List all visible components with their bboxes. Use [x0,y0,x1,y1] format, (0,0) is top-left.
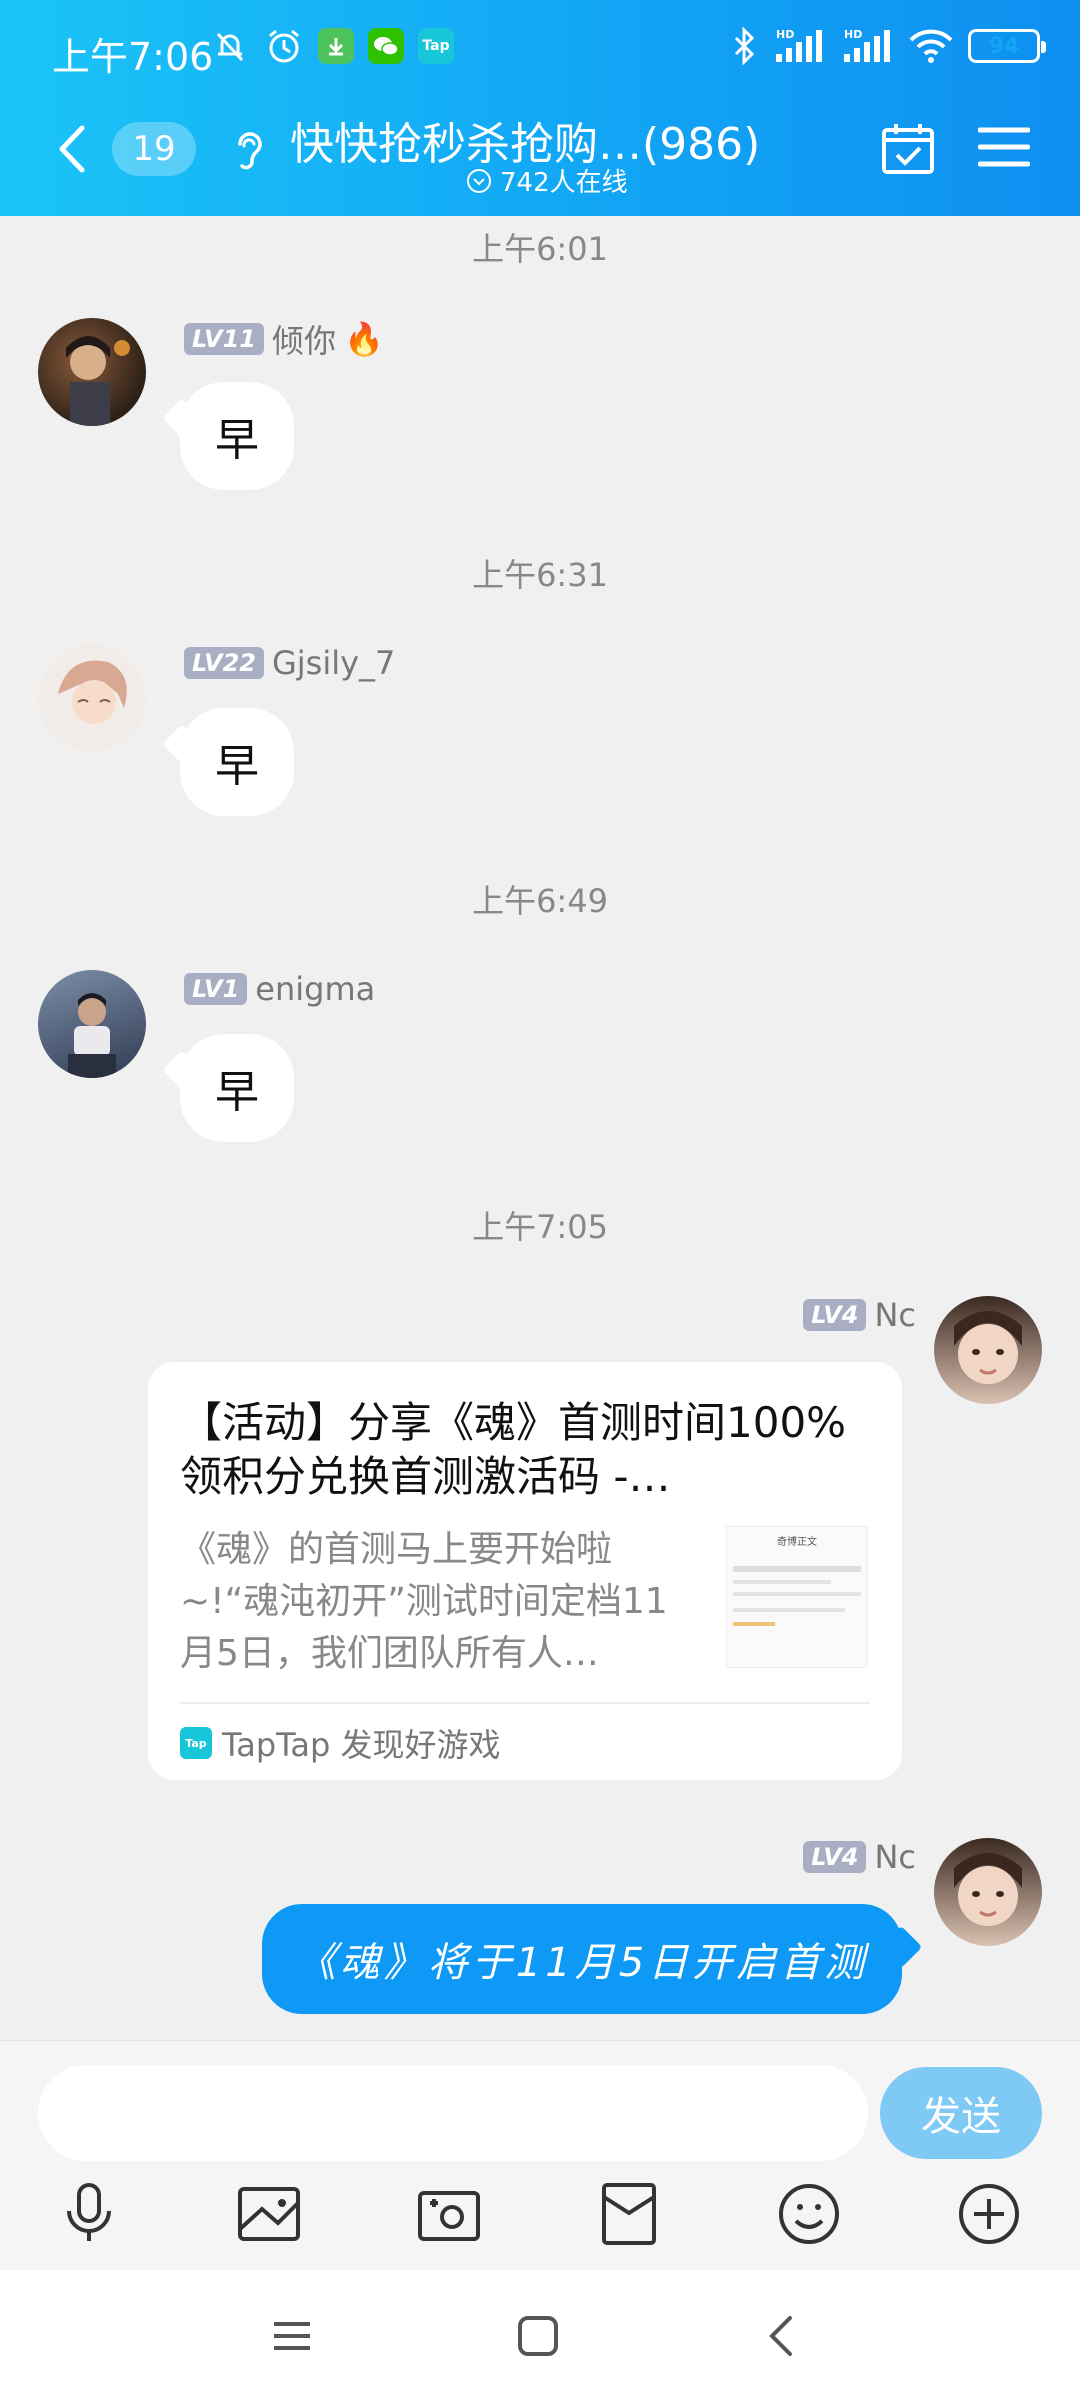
card-title: 【活动】分享《魂》首测时间100%领积分兑换首测激活码 -… [180,1398,847,1501]
fire-icon: 🔥 [343,320,384,358]
sender-name[interactable]: Gjsily_7 [272,644,395,682]
plus-circle-icon[interactable] [954,2179,1024,2249]
level-badge: LV1 [184,973,248,1005]
ear-icon [238,132,262,170]
battery-indicator: 94 [968,29,1046,63]
shared-link-card[interactable]: 【活动】分享《魂》首测时间100%领积分兑换首测激活码 -… 《魂》的首测马上要… [148,1362,902,1780]
sender-name[interactable]: 倾你 [272,316,336,362]
message-bubble[interactable]: 早 [180,708,294,816]
level-badge: LV4 [803,1299,867,1331]
image-icon[interactable] [234,2179,304,2249]
mute-bell-icon [210,26,250,66]
message-bubble[interactable]: 早 [180,382,294,490]
home-icon[interactable] [508,2306,568,2366]
sender-name[interactable]: enigma [255,970,375,1008]
level-badge: LV4 [803,1841,867,1873]
status-time: 上午7:06 [52,35,214,79]
microphone-icon[interactable] [54,2179,124,2249]
input-area: 发送 [0,2040,1080,2270]
self-message-bubble[interactable]: 《魂》将于11月5日开启首测 [262,1904,902,2014]
chat-area[interactable]: 上午6:01 LV11 倾你 🔥 早 上午6:31 LV22 Gjsily_7 … [0,216,1080,2040]
card-source: Tap TapTap 发现好游戏 [180,1720,501,1766]
timestamp: 上午6:49 [472,882,608,920]
level-badge: LV22 [184,647,264,679]
taptap-icon: Tap [180,1727,212,1759]
download-app-icon [318,28,354,64]
online-count: 742人在线 [466,162,628,199]
status-left-icons: Tap [210,26,454,66]
title-bar: 19 快快抢秒杀抢购…(986) 742人在线 [0,100,1080,216]
menu-icon[interactable] [978,124,1030,170]
card-description: 《魂》的首测马上要开始啦~!“魂沌初开”测试时间定档11月5日，我们团队所有人… [180,1529,668,1674]
wechat-icon [368,28,404,64]
battery-level: 94 [988,33,1020,59]
status-right-icons: HD HD 94 [730,26,1046,66]
emoji-icon[interactable] [774,2179,844,2249]
source-label: TapTap 发现好游戏 [222,1726,501,1764]
timestamp: 上午7:05 [472,1208,608,1246]
status-bar: 上午7:06 Tap HD HD 94 [0,0,1080,100]
timestamp: 上午6:31 [472,556,608,594]
system-nav-bar [0,2270,1080,2400]
sender-line: LV11 倾你 🔥 [184,316,384,362]
taptap-icon: Tap [418,28,454,64]
svg-text:HD: HD [844,28,862,41]
card-thumbnail: 奇博正文 [726,1526,868,1668]
avatar[interactable] [934,1838,1042,1946]
back-arrow-icon[interactable] [52,122,92,176]
signal-hd-icon: HD [844,28,890,62]
avatar[interactable] [934,1296,1042,1404]
message-bubble[interactable]: 早 [180,1034,294,1142]
signal-hd-icon: HD [776,28,822,62]
avatar[interactable] [38,644,146,752]
alarm-icon [264,26,304,66]
thumbnail-title: 奇博正文 [777,1537,817,1548]
send-button[interactable]: 发送 [880,2067,1042,2159]
bluetooth-icon [734,26,755,66]
red-packet-icon[interactable] [594,2179,664,2249]
sender-line: LV1 enigma [184,970,375,1008]
online-text: 742人在线 [500,168,628,198]
recents-icon[interactable] [262,2306,322,2366]
chevron-circle-icon [467,168,491,193]
level-badge: LV11 [184,323,264,355]
calendar-check-icon[interactable] [880,120,936,176]
divider [180,1702,870,1704]
header: 上午7:06 Tap HD HD 94 19 快快抢秒杀抢购…(986) 742… [0,0,1080,216]
svg-text:HD: HD [776,28,794,41]
camera-icon[interactable] [414,2179,484,2249]
sender-line: LV4 Nc [803,1296,916,1334]
unread-count-badge[interactable]: 19 [112,122,196,176]
avatar[interactable] [38,970,146,1078]
input-toolbar [0,2173,1080,2263]
message-input[interactable] [38,2065,868,2161]
sender-name[interactable]: Nc [874,1296,916,1334]
avatar[interactable] [38,318,146,426]
sender-name[interactable]: Nc [874,1838,916,1876]
sender-line: LV4 Nc [803,1838,916,1876]
back-nav-icon[interactable] [752,2306,812,2366]
sender-line: LV22 Gjsily_7 [184,644,395,682]
timestamp: 上午6:01 [472,230,608,268]
wifi-icon [909,29,953,63]
